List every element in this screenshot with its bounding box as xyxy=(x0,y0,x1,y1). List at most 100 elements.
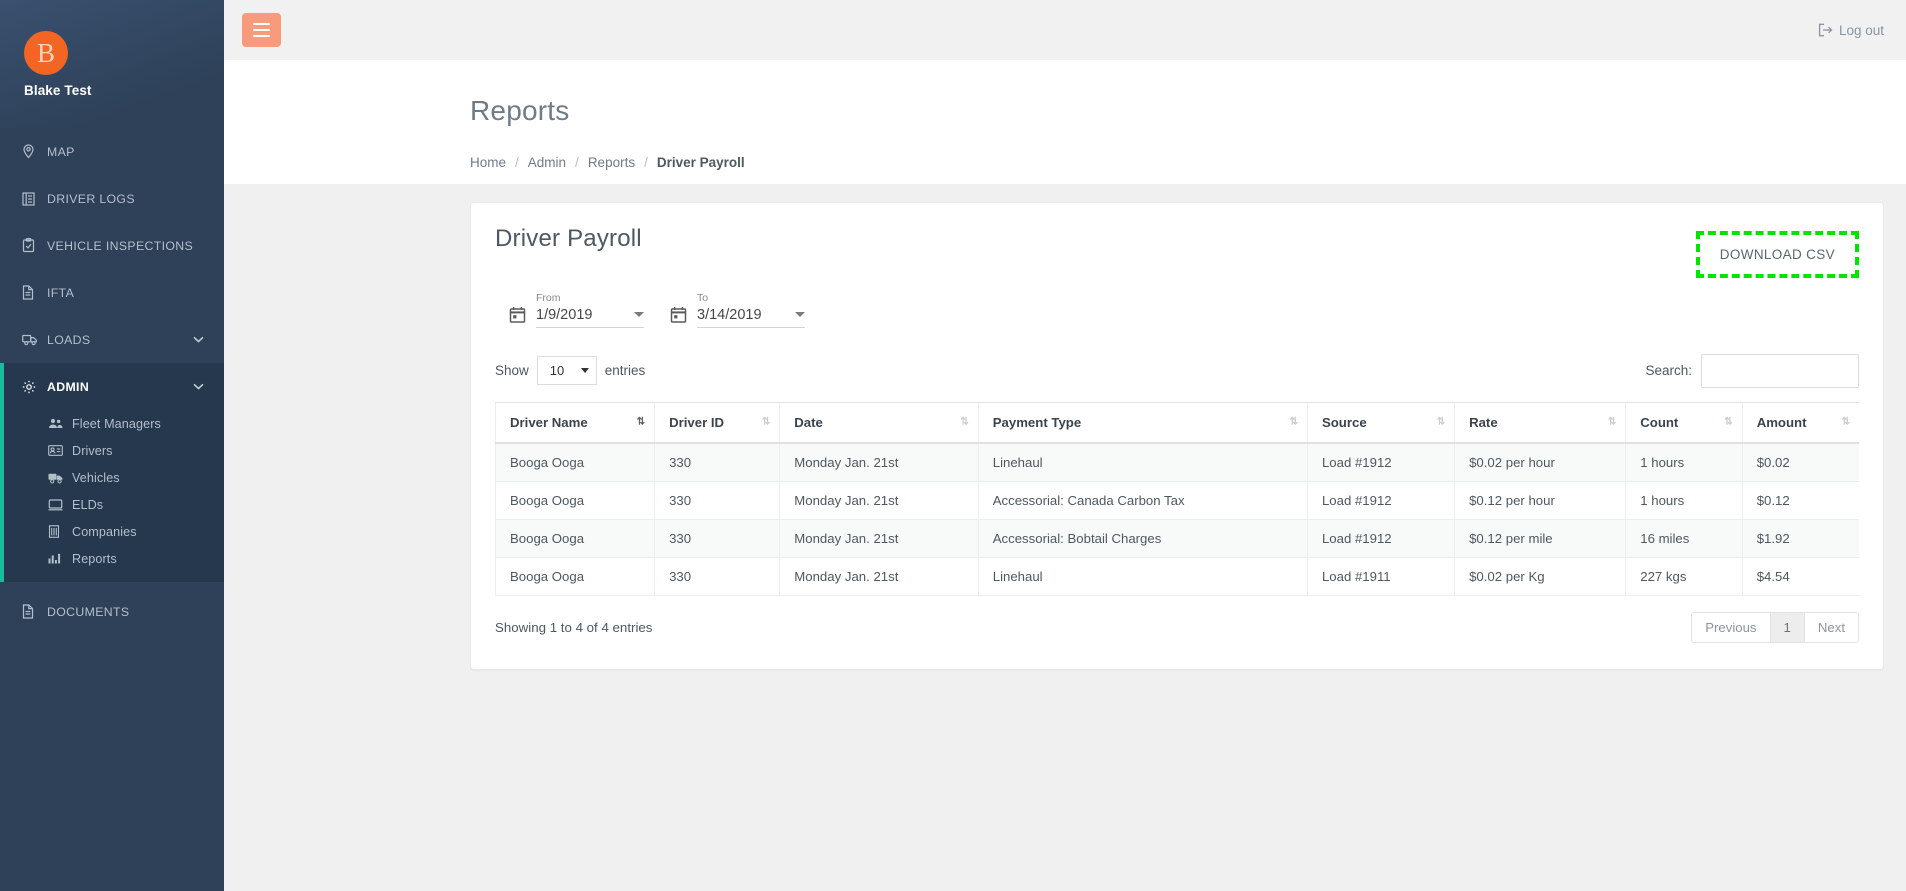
sort-icon[interactable]: ⇅ xyxy=(762,417,771,428)
showing-entries-text: Showing 1 to 4 of 4 entries xyxy=(495,619,653,635)
sidebar-section-admin: ADMIN Fleet Managers Drivers Vehicles EL… xyxy=(0,363,224,582)
cell-driver-name: Booga Ooga xyxy=(494,519,655,558)
cell-driver-id: 330 xyxy=(654,442,780,482)
chevron-down-icon xyxy=(580,368,589,373)
cell-driver-id: 330 xyxy=(654,557,780,596)
column-label: Source xyxy=(1321,414,1367,430)
pagination-previous[interactable]: Previous xyxy=(1692,612,1771,642)
breadcrumb-item-driver-payroll: Driver Payroll xyxy=(656,154,745,170)
date-range-filters: From 1/9/2019 To 3/14/2019 xyxy=(509,292,1859,328)
sidebar-item-reports[interactable]: Reports xyxy=(4,545,224,572)
document-icon xyxy=(22,604,40,619)
column-header-count[interactable]: Count ⇅ xyxy=(1625,401,1743,444)
sidebar-item-documents[interactable]: DOCUMENTS xyxy=(0,588,224,635)
sidebar-item-label: DRIVER LOGS xyxy=(47,191,135,206)
breadcrumb-item-reports[interactable]: Reports xyxy=(588,155,635,170)
sidebar-item-loads[interactable]: LOADS xyxy=(0,316,224,363)
truck-icon xyxy=(22,333,40,346)
show-label: Show xyxy=(495,363,529,378)
avatar: B xyxy=(24,30,68,75)
from-date-picker[interactable]: From 1/9/2019 xyxy=(509,292,644,328)
column-header-source[interactable]: Source ⇅ xyxy=(1306,401,1455,444)
sort-icon[interactable]: ⇅ xyxy=(1842,417,1851,428)
breadcrumb-item-home[interactable]: Home xyxy=(470,155,506,170)
table-header-row: Driver Name ⇅ Driver ID ⇅ Date ⇅ Payment Ty… xyxy=(494,401,1859,444)
sidebar: B Blake Test MAP DRIVER LOGS VEHICLE INS… xyxy=(0,0,224,891)
sign-out-icon xyxy=(1818,23,1833,37)
show-entries-control: Show 10 entries xyxy=(495,356,645,385)
gear-icon xyxy=(22,380,40,394)
table-row[interactable]: Booga Ooga 330 Monday Jan. 21st Accessor… xyxy=(494,519,1859,558)
bar-chart-icon xyxy=(48,553,65,565)
table-body: Booga Ooga 330 Monday Jan. 21st Linehaul… xyxy=(494,442,1859,596)
breadcrumb-separator: / xyxy=(575,154,579,170)
sidebar-item-vehicles[interactable]: Vehicles xyxy=(4,464,224,491)
sidebar-item-vehicle-inspections[interactable]: VEHICLE INSPECTIONS xyxy=(0,222,224,269)
from-date-input-row[interactable]: 1/9/2019 xyxy=(536,307,644,328)
sort-icon[interactable]: ⇅ xyxy=(637,417,646,428)
logout-button[interactable]: Log out xyxy=(1818,23,1884,38)
column-header-driver-id[interactable]: Driver ID ⇅ xyxy=(654,401,780,444)
sidebar-item-map[interactable]: MAP xyxy=(0,128,224,175)
from-date-label: From xyxy=(536,291,561,304)
sidebar-item-label: DOCUMENTS xyxy=(47,604,130,619)
calendar-icon[interactable] xyxy=(670,306,687,323)
logout-label: Log out xyxy=(1838,22,1884,38)
cell-driver-name: Booga Ooga xyxy=(494,442,655,482)
cell-driver-id: 330 xyxy=(654,481,780,520)
hamburger-icon[interactable] xyxy=(242,13,281,47)
content-area: Driver Payroll DOWNLOAD CSV From 1/9/201… xyxy=(224,183,1906,891)
cell-driver-name: Booga Ooga xyxy=(494,481,655,520)
column-label: Date xyxy=(794,414,823,430)
cell-rate: $0.02 per hour xyxy=(1454,442,1626,482)
cell-source: Load #1912 xyxy=(1306,481,1455,520)
to-date-input-row[interactable]: 3/14/2019 xyxy=(697,307,805,328)
chevron-down-icon[interactable] xyxy=(634,312,644,317)
sort-icon[interactable]: ⇅ xyxy=(960,417,969,428)
sidebar-item-ifta[interactable]: IFTA xyxy=(0,269,224,316)
main-area: Log out Reports Home / Admin / Reports /… xyxy=(224,0,1906,891)
sidebar-item-fleet-managers[interactable]: Fleet Managers xyxy=(4,410,224,437)
cell-count: 227 kgs xyxy=(1625,557,1743,596)
top-bar: Log out xyxy=(224,0,1906,60)
sidebar-item-admin[interactable]: ADMIN xyxy=(4,363,224,410)
to-date-field[interactable]: To 3/14/2019 xyxy=(697,292,805,328)
search-input[interactable] xyxy=(1701,353,1859,388)
column-header-payment-type[interactable]: Payment Type ⇅ xyxy=(977,401,1308,444)
from-date-field[interactable]: From 1/9/2019 xyxy=(536,292,644,328)
sort-icon[interactable]: ⇅ xyxy=(1724,417,1733,428)
sort-icon[interactable]: ⇅ xyxy=(1608,417,1617,428)
table-row[interactable]: Booga Ooga 330 Monday Jan. 21st Linehaul… xyxy=(494,557,1859,596)
column-header-amount[interactable]: Amount ⇅ xyxy=(1741,401,1859,444)
column-header-date[interactable]: Date ⇅ xyxy=(779,401,979,444)
chevron-down-icon[interactable] xyxy=(795,312,805,317)
page-size-select[interactable]: 10 xyxy=(536,356,597,385)
to-date-picker[interactable]: To 3/14/2019 xyxy=(670,292,805,328)
sidebar-subitem-label: Vehicles xyxy=(72,470,120,485)
breadcrumb-separator: / xyxy=(644,154,648,170)
sidebar-item-label: ADMIN xyxy=(47,379,90,394)
sidebar-item-driver-logs[interactable]: DRIVER LOGS xyxy=(0,175,224,222)
sidebar-item-elds[interactable]: ELDs xyxy=(4,491,224,518)
pagination-page-1[interactable]: 1 xyxy=(1770,612,1805,642)
pagination: Previous 1 Next xyxy=(1691,611,1859,643)
sidebar-subitem-label: Drivers xyxy=(72,443,113,458)
sort-icon[interactable]: ⇅ xyxy=(1290,417,1299,428)
column-header-driver-name[interactable]: Driver Name ⇅ xyxy=(494,401,655,444)
table-row[interactable]: Booga Ooga 330 Monday Jan. 21st Linehaul… xyxy=(494,442,1859,482)
download-csv-button[interactable]: DOWNLOAD CSV xyxy=(1695,230,1859,278)
page-title: Reports xyxy=(470,94,570,126)
map-pin-icon xyxy=(22,144,40,159)
pagination-next[interactable]: Next xyxy=(1804,612,1858,642)
sort-icon[interactable]: ⇅ xyxy=(1437,417,1446,428)
sidebar-item-companies[interactable]: Companies xyxy=(4,518,224,545)
sidebar-subitem-label: ELDs xyxy=(72,497,104,512)
entries-label: entries xyxy=(604,363,646,378)
card-header: Driver Payroll DOWNLOAD CSV xyxy=(495,225,1859,278)
column-header-rate[interactable]: Rate ⇅ xyxy=(1454,401,1626,444)
sidebar-item-label: LOADS xyxy=(47,332,91,347)
table-row[interactable]: Booga Ooga 330 Monday Jan. 21st Accessor… xyxy=(494,481,1859,520)
breadcrumb-item-admin[interactable]: Admin xyxy=(528,155,566,170)
sidebar-item-drivers[interactable]: Drivers xyxy=(4,437,224,464)
calendar-icon[interactable] xyxy=(509,306,526,323)
